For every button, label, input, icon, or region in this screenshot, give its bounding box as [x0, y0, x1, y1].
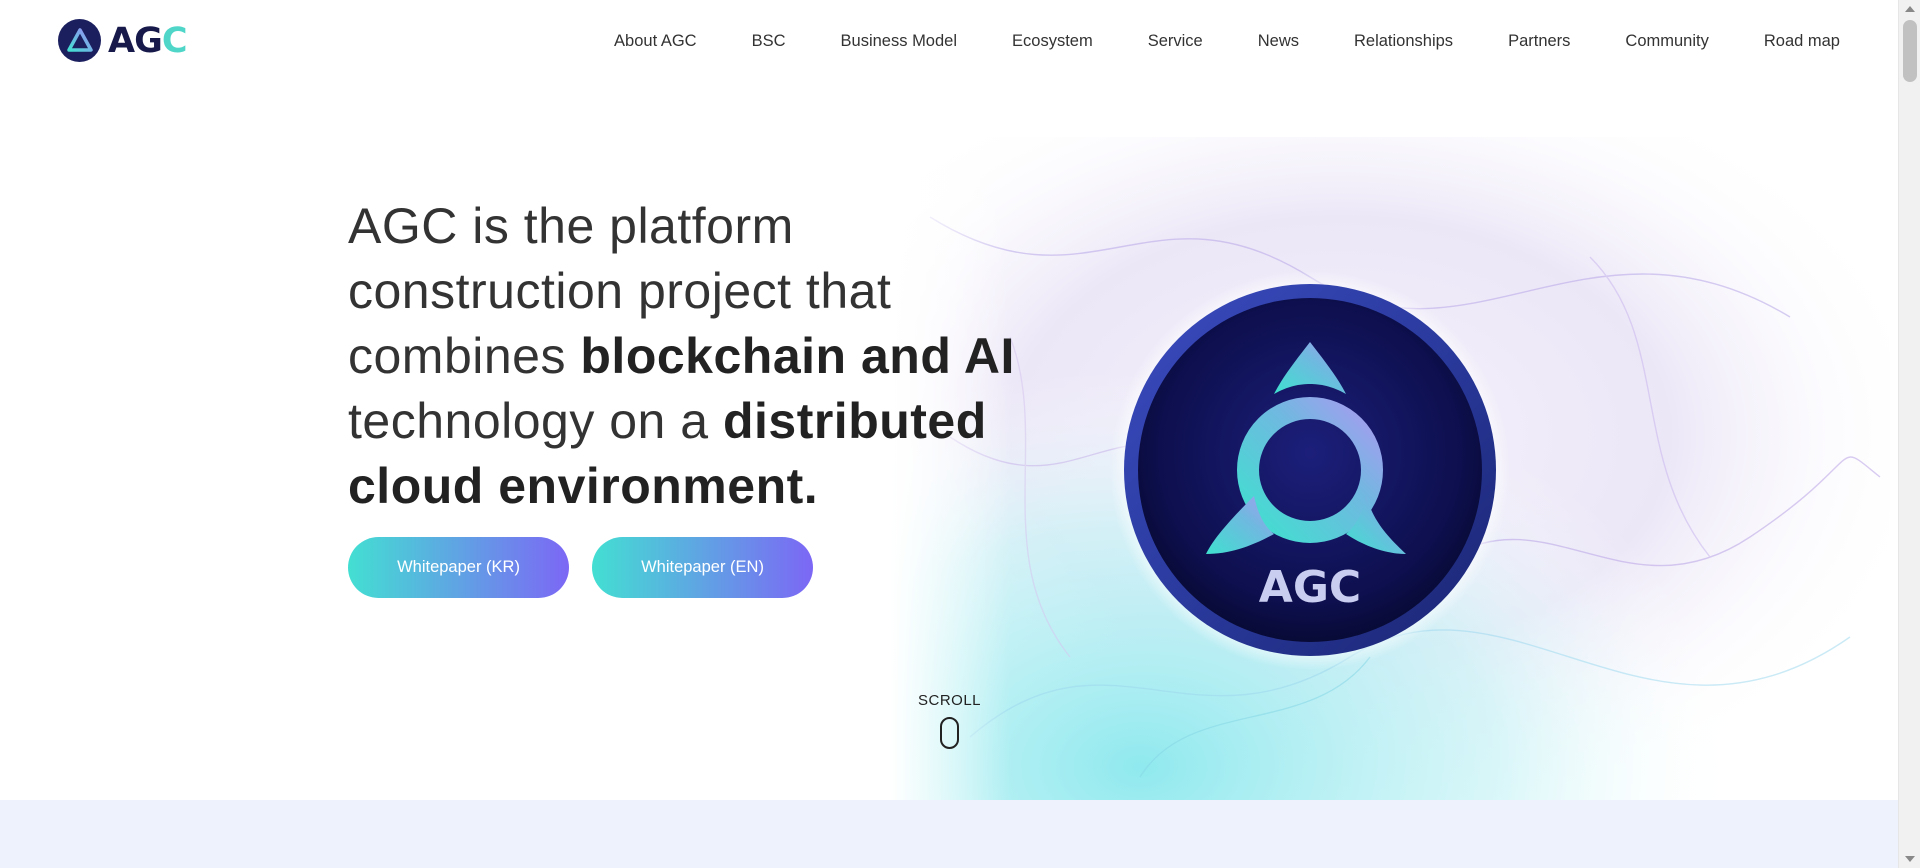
agc-coin-image: AGC	[1110, 270, 1510, 670]
headline-bold1: blockchain and AI	[580, 328, 1015, 384]
agc-logo-wordmark: AGC	[108, 20, 188, 61]
hero-headline: AGC is the platform construction project…	[348, 194, 1028, 519]
nav-item-bsc[interactable]: BSC	[752, 32, 786, 51]
hero-section: AGC is the platform construction project…	[0, 82, 1898, 800]
main-nav: About AGC BSC Business Model Ecosystem S…	[614, 0, 1840, 82]
next-section-band	[0, 800, 1898, 868]
agc-logo-icon	[58, 19, 101, 62]
coin-wordmark: AGC	[1259, 562, 1361, 613]
nav-item-news[interactable]: News	[1258, 32, 1299, 51]
scroll-up-arrow-icon[interactable]	[1905, 6, 1915, 12]
whitepaper-kr-button[interactable]: Whitepaper (KR)	[348, 537, 569, 598]
logo-wordmark-prefix: AG	[108, 20, 163, 61]
nav-item-community[interactable]: Community	[1625, 32, 1708, 51]
nav-item-about-agc[interactable]: About AGC	[614, 32, 697, 51]
scrollbar-thumb[interactable]	[1903, 20, 1917, 82]
nav-item-partners[interactable]: Partners	[1508, 32, 1570, 51]
headline-part2: technology on a	[348, 393, 723, 449]
nav-item-relationships[interactable]: Relationships	[1354, 32, 1453, 51]
page-scrollbar[interactable]	[1898, 0, 1920, 868]
logo-wordmark-suffix: C	[161, 20, 188, 61]
nav-item-road-map[interactable]: Road map	[1764, 32, 1840, 51]
site-header: AGC About AGC BSC Business Model Ecosyst…	[0, 0, 1898, 82]
scroll-down-arrow-icon[interactable]	[1905, 856, 1915, 862]
scroll-indicator[interactable]: SCROLL	[918, 692, 982, 749]
nav-item-business-model[interactable]: Business Model	[841, 32, 957, 51]
mouse-icon	[939, 717, 959, 749]
agc-logo-link[interactable]: AGC	[58, 19, 188, 62]
whitepaper-en-button[interactable]: Whitepaper (EN)	[592, 537, 813, 598]
scroll-label: SCROLL	[918, 692, 982, 709]
nav-item-service[interactable]: Service	[1148, 32, 1203, 51]
nav-item-ecosystem[interactable]: Ecosystem	[1012, 32, 1093, 51]
